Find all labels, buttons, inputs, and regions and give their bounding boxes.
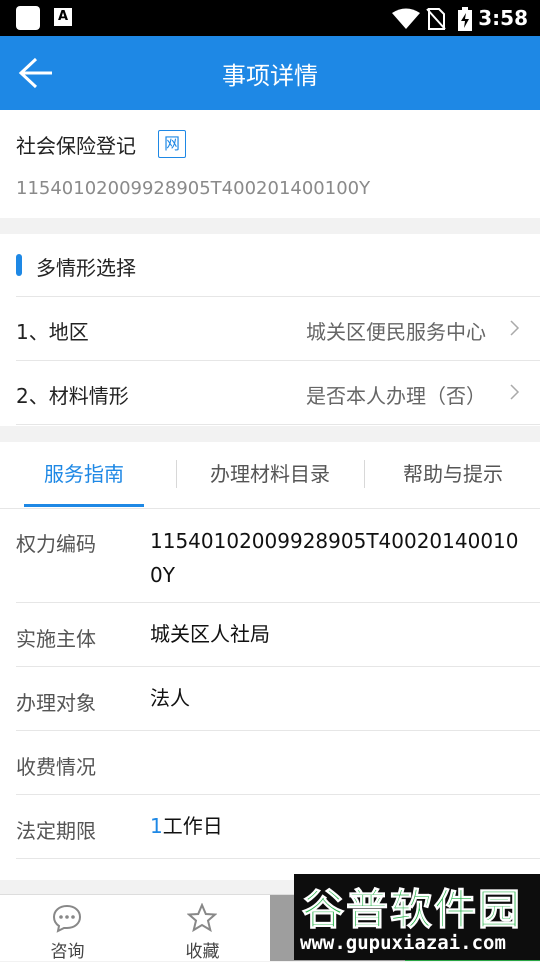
font-notification-icon: A — [54, 8, 72, 26]
app-bar: 事项详情 — [0, 36, 540, 110]
row-label: 2、材料情形 — [16, 384, 129, 408]
chevron-right-icon — [510, 320, 520, 336]
detail-row-authority-code: 权力编码 11540102009928905T400201400100Y — [16, 508, 540, 603]
tab-materials-list[interactable]: 办理材料目录 — [190, 458, 350, 487]
page-title: 事项详情 — [222, 62, 318, 90]
row-label: 1、地区 — [16, 320, 89, 344]
tab-divider — [364, 460, 365, 488]
situation-row-materials[interactable]: 2、材料情形 是否本人办理（否） — [16, 360, 540, 425]
watermark: 谷普软件园 www.gupuxiazai.com — [294, 874, 540, 960]
detail-key: 实施主体 — [16, 627, 96, 651]
situation-card: 多情形选择 1、地区 城关区便民服务中心 2、材料情形 是否本人办理（否） — [0, 234, 540, 426]
favorite-label: 收藏 — [185, 942, 220, 962]
battery-charging-icon — [458, 7, 472, 31]
chat-icon — [52, 904, 82, 933]
detail-value: 1工作日 — [150, 809, 520, 843]
row-value: 城关区便民服务中心 — [306, 320, 486, 344]
detail-key: 权力编码 — [16, 532, 96, 556]
wifi-icon — [392, 8, 420, 29]
star-icon — [187, 903, 217, 933]
detail-key: 法定期限 — [16, 819, 96, 843]
section-accent-bar — [16, 254, 22, 276]
item-code: 11540102009928905T400201400100Y — [16, 178, 371, 199]
watermark-brand: 谷普软件园 — [301, 885, 523, 935]
detail-value: 城关区人社局 — [150, 622, 270, 646]
detail-row-implementer: 实施主体 城关区人社局 — [16, 603, 540, 667]
active-tab-indicator — [24, 504, 144, 507]
consult-label: 咨询 — [50, 942, 85, 962]
detail-value: 11540102009928905T400201400100Y — [150, 529, 519, 587]
deadline-unit: 工作日 — [162, 814, 223, 838]
detail-value: 法人 — [150, 686, 190, 710]
chevron-right-icon — [510, 384, 520, 400]
detail-key: 办理对象 — [16, 691, 96, 715]
consult-button[interactable]: 咨询 — [0, 895, 135, 962]
deadline-number: 1 — [150, 814, 163, 838]
online-badge: 网 — [158, 130, 186, 158]
situation-row-region[interactable]: 1、地区 城关区便民服务中心 — [16, 296, 540, 360]
watermark-url: www.gupuxiazai.com — [300, 932, 506, 954]
row-value: 是否本人办理（否） — [306, 384, 486, 408]
detail-row-target: 办理对象 法人 — [16, 667, 540, 731]
section-title: 多情形选择 — [36, 256, 136, 280]
detail-row-deadline: 法定期限 1工作日 — [16, 795, 540, 859]
tab-help-tips[interactable]: 帮助与提示 — [378, 458, 528, 487]
details-card: 服务指南 办理材料目录 帮助与提示 权力编码 11540102009928905… — [0, 442, 540, 880]
detail-row-fees: 收费情况 — [16, 731, 540, 795]
tab-divider — [176, 460, 177, 488]
tab-bar: 服务指南 办理材料目录 帮助与提示 — [0, 442, 540, 509]
clock: 3:58 — [478, 6, 528, 30]
favorite-button[interactable]: 收藏 — [135, 895, 270, 962]
tab-service-guide[interactable]: 服务指南 — [24, 458, 144, 487]
detail-key: 收费情况 — [16, 755, 96, 779]
item-header-card: 社会保险登记 网 11540102009928905T400201400100Y — [0, 110, 540, 218]
no-sim-icon — [426, 8, 446, 30]
item-name: 社会保险登记 — [16, 134, 136, 158]
app-notification-icon — [16, 6, 40, 30]
status-bar: A 3:58 — [0, 0, 540, 36]
